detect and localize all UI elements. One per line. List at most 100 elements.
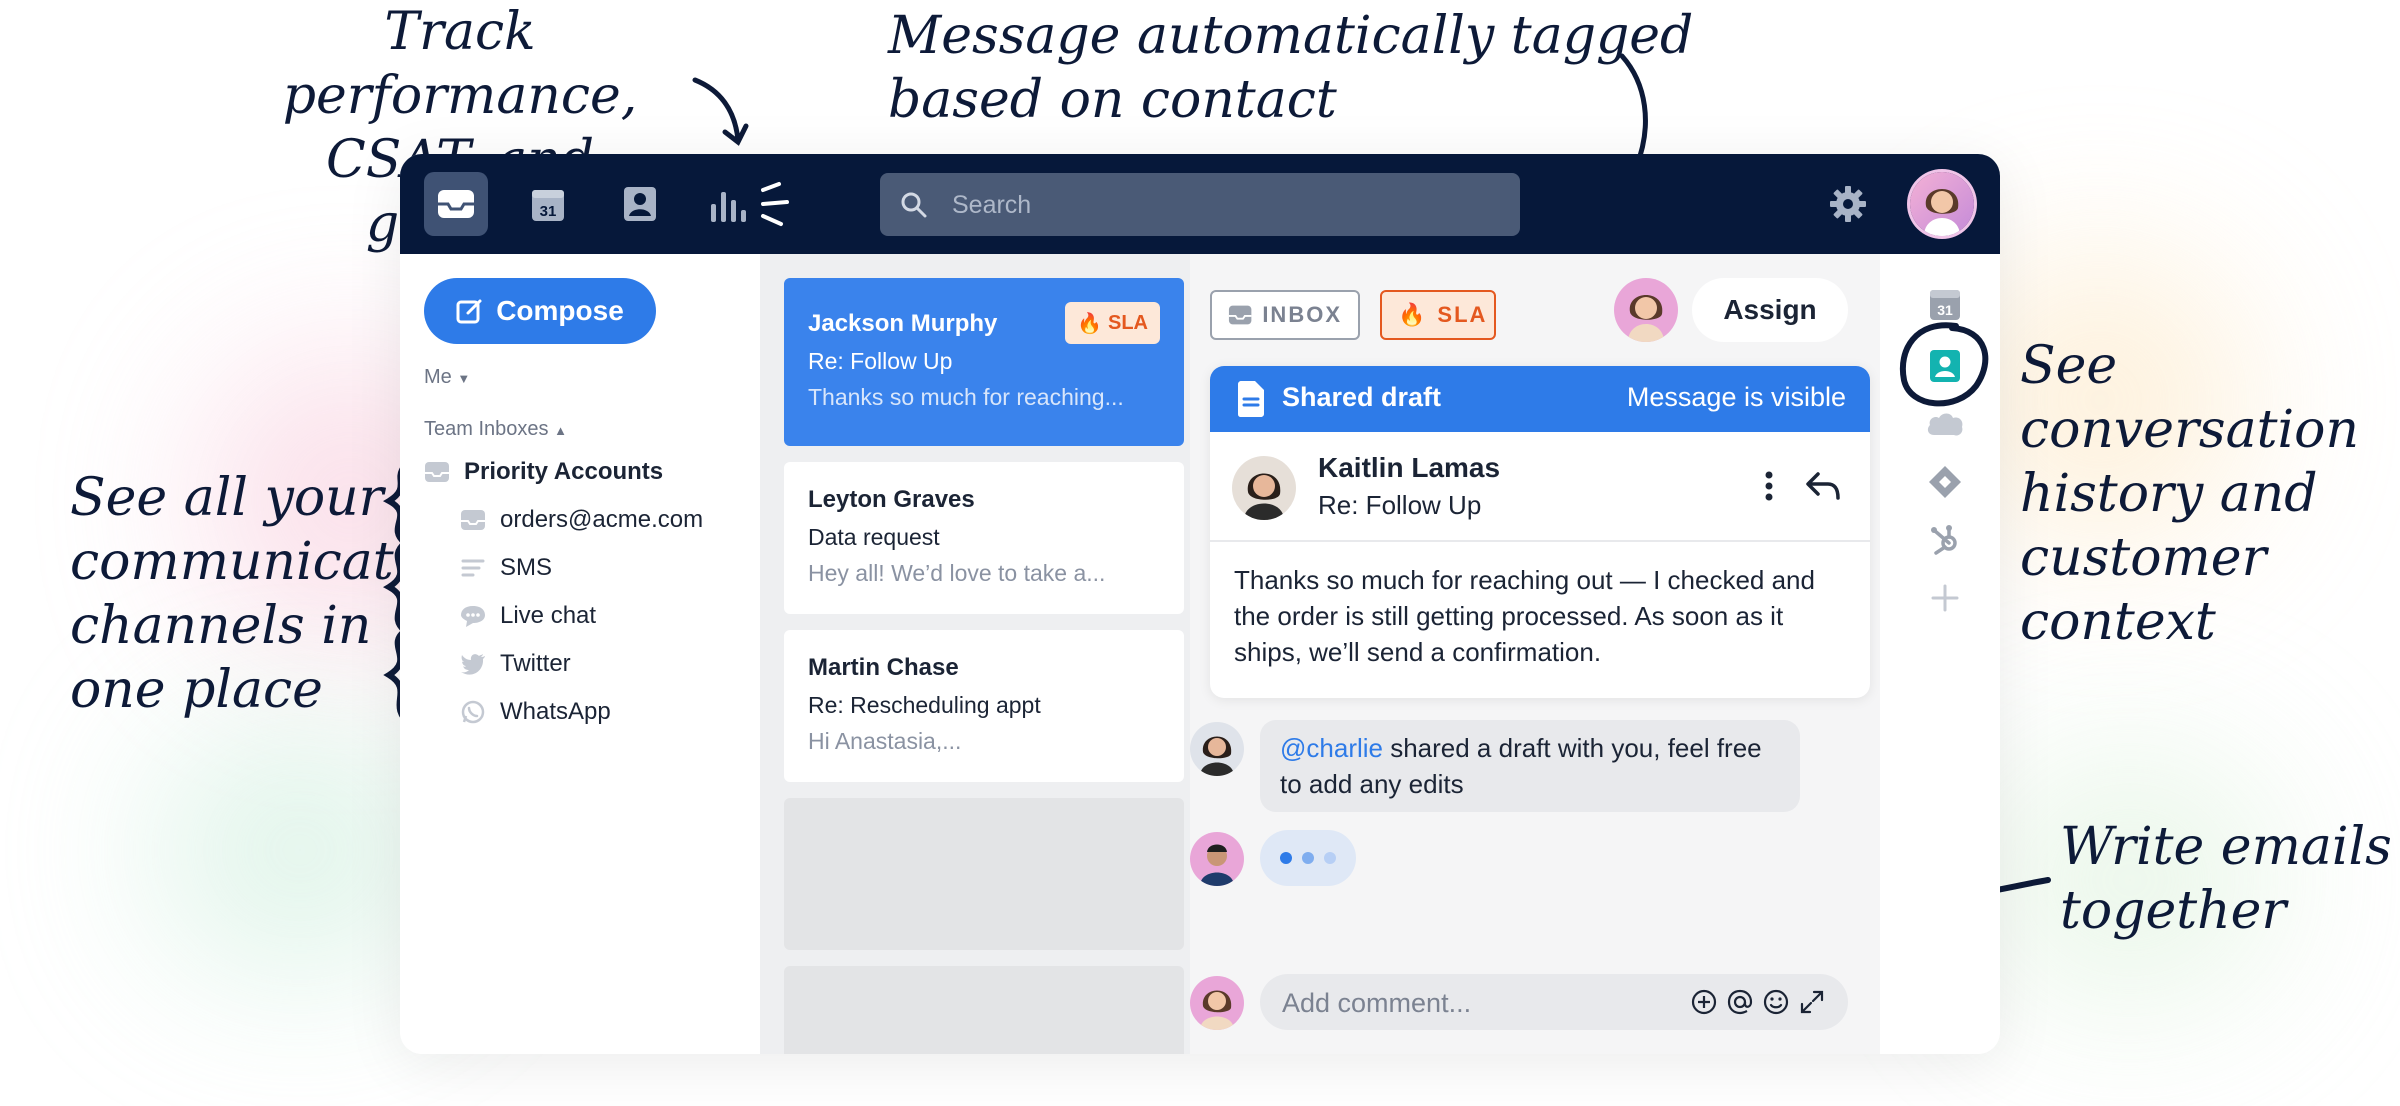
settings-button[interactable] xyxy=(1828,184,1868,229)
svg-text:31: 31 xyxy=(1937,302,1953,318)
chat-icon xyxy=(460,604,486,628)
comment-input[interactable] xyxy=(1280,974,1684,1032)
add-comment-field[interactable] xyxy=(1260,974,1848,1032)
message-card[interactable]: Leyton Graves Data request Hey all! We’d… xyxy=(784,462,1184,614)
message-card-placeholder xyxy=(784,798,1184,950)
divider xyxy=(1210,540,1870,542)
assign-button[interactable]: Assign xyxy=(1692,278,1848,342)
search-icon xyxy=(901,192,927,218)
app-window: 31 Search Compose Me ▼ Team Inboxes ▲ Pr… xyxy=(400,154,2000,1054)
contacts-icon xyxy=(624,187,656,221)
message-sender: Leyton Graves xyxy=(808,486,975,513)
search-bar[interactable] xyxy=(880,173,1520,238)
nav-inbox-button[interactable] xyxy=(424,172,488,236)
inbox-icon xyxy=(438,190,474,218)
compose-button[interactable]: Compose xyxy=(424,278,656,344)
avatar xyxy=(1924,189,1960,236)
rail-hubspot-button[interactable] xyxy=(1923,518,1967,562)
annotation-arrow xyxy=(692,77,749,146)
sla-tag-label: SLA xyxy=(1437,302,1488,327)
sender-avatar xyxy=(1232,456,1296,520)
expand-button[interactable] xyxy=(1798,988,1826,1021)
rail-add-button[interactable] xyxy=(1923,576,1967,620)
team-inboxes-label: Team Inboxes xyxy=(424,418,549,440)
inbox-icon xyxy=(460,508,486,532)
sidebar-item-label: SMS xyxy=(500,554,553,581)
nav-contacts-button[interactable] xyxy=(608,172,672,236)
sidebar-item-whatsapp[interactable]: WhatsApp xyxy=(460,698,611,726)
team-inboxes-toggle[interactable]: Team Inboxes ▲ xyxy=(424,418,567,441)
avatar xyxy=(1200,844,1234,886)
message-card-placeholder xyxy=(784,966,1184,1054)
typing-dot xyxy=(1324,852,1336,864)
message-sender: Martin Chase xyxy=(808,654,959,681)
typing-indicator xyxy=(1260,830,1356,886)
add-circle-icon xyxy=(1691,989,1717,1015)
message-card[interactable]: Jackson Murphy 🔥 SLA Re: Follow Up Thank… xyxy=(784,278,1184,446)
avatar xyxy=(1244,473,1284,520)
inbox-tag-label: INBOX xyxy=(1262,302,1342,327)
shared-draft-header: Shared draft Message is visible xyxy=(1210,366,1870,432)
draft-sender-name: Kaitlin Lamas xyxy=(1318,452,1501,483)
sidebar: Compose Me ▼ Team Inboxes ▲ Priority Acc… xyxy=(400,254,760,1054)
twitter-icon xyxy=(460,652,486,676)
annotation-write-emails: Write emails together xyxy=(2060,817,2392,941)
integrations-rail: 31 xyxy=(1890,254,2000,1054)
contact-icon xyxy=(1930,350,1960,382)
inbox-tag[interactable]: INBOX xyxy=(1210,290,1360,340)
draft-body: Thanks so much for reaching out — I chec… xyxy=(1234,565,1815,667)
whatsapp-icon xyxy=(460,700,486,724)
more-options-button[interactable] xyxy=(1762,470,1776,507)
nav-analytics-button[interactable] xyxy=(700,172,810,236)
reply-button[interactable] xyxy=(1806,472,1840,505)
sidebar-item-live-chat[interactable]: Live chat xyxy=(460,602,596,630)
salesforce-icon xyxy=(1927,413,1963,436)
sla-badge: 🔥 SLA xyxy=(1065,302,1160,344)
gear-icon xyxy=(1830,186,1866,222)
typing-dot xyxy=(1280,852,1292,864)
more-vertical-icon xyxy=(1765,471,1773,501)
search-input[interactable] xyxy=(950,173,1494,238)
hubspot-icon xyxy=(1931,525,1957,555)
add-attachment-button[interactable] xyxy=(1690,988,1718,1021)
fire-icon: 🔥 xyxy=(1077,312,1102,335)
typing-dot xyxy=(1302,852,1314,864)
message-sender: Jackson Murphy xyxy=(808,310,998,337)
message-subject: Re: Rescheduling appt xyxy=(808,692,1041,718)
emoji-button[interactable] xyxy=(1762,988,1790,1021)
message-subject: Re: Follow Up xyxy=(808,348,953,374)
compose-label: Compose xyxy=(496,295,624,326)
nav-calendar-button[interactable]: 31 xyxy=(516,172,580,236)
shared-draft-card: Shared draft Message is visible Kaitlin … xyxy=(1210,366,1870,698)
calendar-icon: 31 xyxy=(1930,290,1960,320)
analytics-icon xyxy=(711,182,789,226)
user-avatar[interactable] xyxy=(1910,172,1974,236)
expand-icon xyxy=(1800,990,1824,1014)
sidebar-item-priority-accounts[interactable]: Priority Accounts xyxy=(424,458,663,486)
avatar xyxy=(1628,295,1664,342)
message-card[interactable]: Martin Chase Re: Rescheduling appt Hi An… xyxy=(784,630,1184,782)
top-bar: 31 xyxy=(400,154,2000,254)
sidebar-item-twitter[interactable]: Twitter xyxy=(460,650,571,678)
assignee-avatar[interactable] xyxy=(1614,278,1678,342)
chevron-down-icon: ▼ xyxy=(457,371,471,386)
me-section-toggle[interactable]: Me ▼ xyxy=(424,366,470,389)
mention-button[interactable] xyxy=(1726,988,1754,1021)
current-user-avatar xyxy=(1190,976,1244,1030)
rail-salesforce-button[interactable] xyxy=(1923,402,1967,446)
message-subject: Data request xyxy=(808,524,940,550)
chevron-up-icon: ▲ xyxy=(554,423,567,438)
rail-contact-button[interactable] xyxy=(1923,344,1967,388)
typing-user-avatar xyxy=(1190,832,1244,886)
jira-icon xyxy=(1929,466,1961,498)
sidebar-item-sms[interactable]: SMS xyxy=(460,554,552,582)
rail-jira-button[interactable] xyxy=(1923,460,1967,504)
reply-icon xyxy=(1806,472,1840,500)
compose-icon xyxy=(456,299,482,324)
sla-tag[interactable]: 🔥 SLA xyxy=(1380,290,1496,340)
draft-subject: Re: Follow Up xyxy=(1318,490,1482,520)
sidebar-item-orders[interactable]: orders@acme.com xyxy=(460,506,703,534)
shared-draft-title: Shared draft xyxy=(1282,382,1442,412)
mention-link[interactable]: @charlie xyxy=(1280,733,1383,763)
sidebar-item-label: orders@acme.com xyxy=(500,506,704,533)
